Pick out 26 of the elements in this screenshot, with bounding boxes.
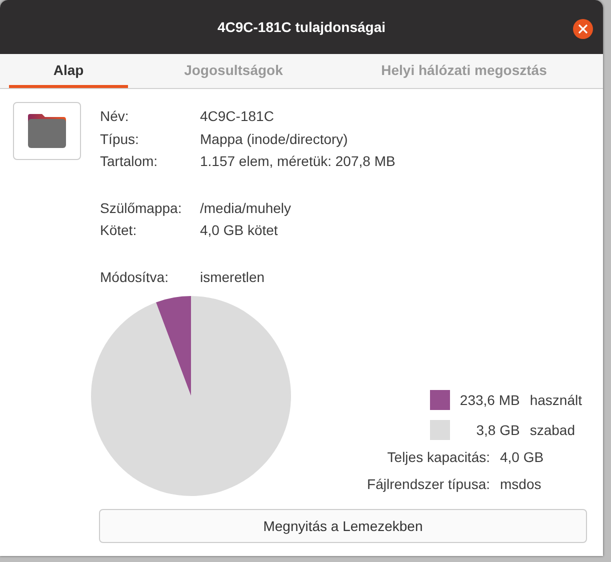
field-value: Mappa (inode/directory): [200, 130, 349, 149]
legend-amount: 3,8 GB: [475, 422, 520, 438]
field-value: msdos: [500, 475, 542, 494]
tab[interactable]: Alap: [9, 54, 128, 88]
field-label: Teljes kapacitás:: [386, 448, 490, 467]
field-value: 4C9C-181C: [200, 107, 275, 126]
field-value: ismeretlen: [200, 268, 266, 286]
field-label: Név:: [100, 107, 130, 126]
field-label: Kötet:: [100, 221, 138, 240]
legend-amount: 233,6 MB: [460, 392, 520, 408]
field-label: Fájlrendszer típusa:: [367, 475, 490, 494]
field-label: Szülőmappa:: [100, 198, 183, 218]
field-value: 4,0 GB: [500, 448, 545, 467]
legend-label: szabad: [530, 422, 576, 438]
field-value: 1.157 elem, méretük: 207,8 MB: [200, 152, 396, 171]
field-label: Módosítva:: [100, 268, 170, 286]
field-label: Tartalom:: [100, 152, 159, 171]
close-button[interactable]: [573, 19, 593, 39]
legend-label: használt: [530, 392, 582, 408]
open-in-disks-button[interactable]: Megnyitás a Lemezekben: [99, 509, 587, 543]
field-label: Típus:: [100, 130, 140, 149]
close-icon: [578, 24, 588, 34]
window-title: 4C9C-181C tulajdonságai: [217, 19, 386, 35]
field-value: /media/muhely: [200, 198, 292, 218]
folder-icon: [28, 114, 66, 148]
field-value: 4,0 GB kötet: [200, 221, 279, 240]
